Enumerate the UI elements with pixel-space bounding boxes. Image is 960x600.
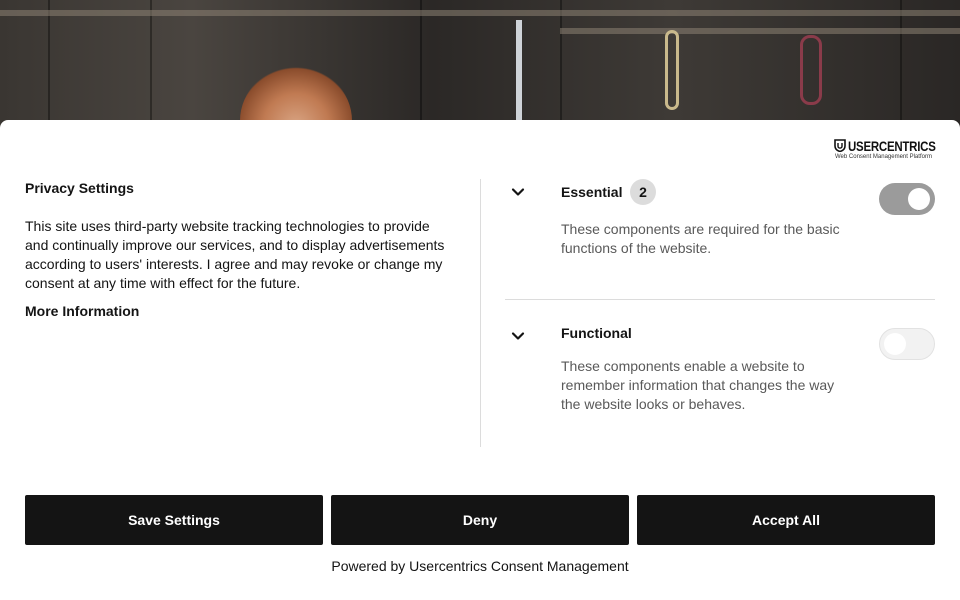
background-rail [0,10,960,16]
background-rope [665,30,679,110]
privacy-title: Privacy Settings [25,180,134,196]
shield-icon [834,139,846,152]
deny-button[interactable]: Deny [331,495,629,545]
background-rope [800,35,822,105]
category-description: These components enable a website to rem… [561,358,835,412]
background-plank [150,0,152,125]
more-information-link[interactable]: More Information [25,303,139,320]
vertical-divider [480,179,481,447]
background-tool [516,20,522,130]
service-count-badge: 2 [630,179,656,205]
category-description: These components are required for the ba… [561,221,840,256]
accept-all-button[interactable]: Accept All [637,495,935,545]
logo-wordmark: USERCENTRICS [848,138,936,154]
consent-dialog: USERCENTRICS Web Consent Management Plat… [0,120,960,600]
powered-by-text: Powered by Usercentrics Consent Manageme… [331,558,629,574]
category-divider [505,299,935,300]
background-plank [420,0,422,125]
save-settings-button[interactable]: Save Settings [25,495,323,545]
chevron-down-icon[interactable] [511,329,525,343]
background-rail [560,28,960,34]
privacy-description: This site uses third-party website track… [25,218,445,291]
category-name: Functional [561,325,632,341]
chevron-down-icon[interactable] [511,185,525,199]
category-name: Essential [561,184,623,200]
toggle-knob [884,333,906,355]
toggle-knob [908,188,930,210]
essential-toggle[interactable] [879,183,935,215]
logo-tagline: Web Consent Management Platform [835,154,932,160]
functional-toggle[interactable] [879,328,935,360]
usercentrics-logo: USERCENTRICS Web Consent Management Plat… [834,138,936,162]
background-plank [560,0,562,125]
background-plank [900,0,902,125]
privacy-intro: Privacy Settings This site uses third-pa… [25,180,445,321]
background-plank [48,0,50,125]
